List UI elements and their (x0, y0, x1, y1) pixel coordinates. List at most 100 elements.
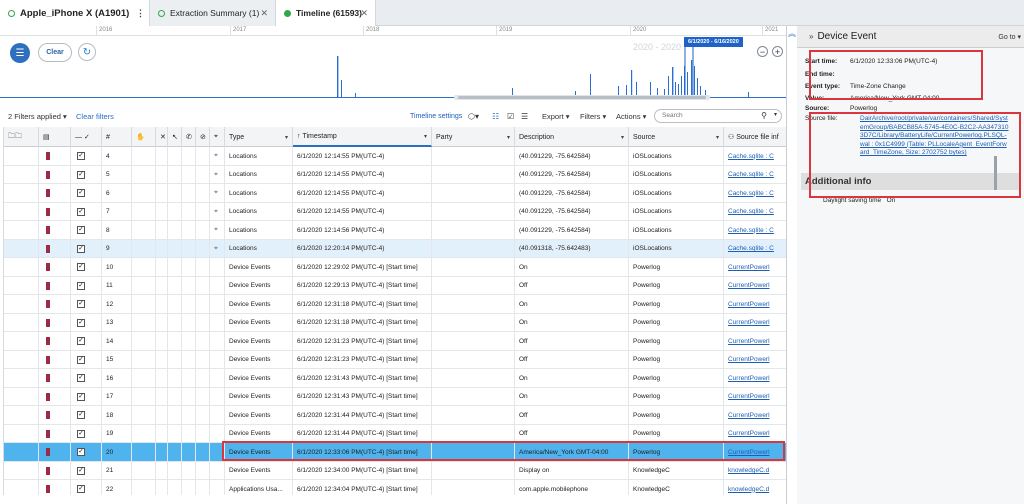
row-checkbox[interactable]: ✓ (77, 207, 85, 216)
table-cell-file[interactable]: Cache.sqlite : C (724, 203, 786, 221)
timeline-scrollbar[interactable] (454, 95, 710, 100)
column-header-number[interactable]: # (102, 127, 132, 147)
check-column-header[interactable]: — ✓ (71, 127, 102, 147)
column-header-party[interactable]: Party ▾ (432, 127, 515, 147)
refresh-icon[interactable]: ↻ (78, 43, 96, 61)
table-row[interactable]: ✓ ⌖ 4 Locations 6/1/2020 12:14:55 PM(UTC-4) (… (4, 147, 786, 166)
row-checkbox[interactable]: ✓ (77, 281, 85, 290)
table-cell-file[interactable]: Cache.sqlite : C (724, 166, 786, 184)
clear-filters-link[interactable]: Clear filters (76, 112, 114, 121)
table-row[interactable]: ✓ 13 Device Events 6/1/2020 12:31:18 PM(UTC… (4, 313, 786, 332)
clear-timeline-button[interactable]: Clear (38, 43, 72, 62)
grouped-list-icon[interactable]: ☰ (521, 112, 528, 121)
timeline-settings-link[interactable]: Timeline settings (410, 113, 462, 120)
table-row[interactable]: ✓ 18 Device Events 6/1/2020 12:31:44 PM(UTC… (4, 406, 786, 425)
tag-column-header[interactable]: ▤ (39, 127, 71, 147)
zoom-out-button[interactable]: − (757, 46, 768, 57)
table-cell-file[interactable]: CurrentPowerl (724, 314, 786, 332)
goto-button[interactable]: Go to ▾ (998, 33, 1021, 41)
row-checkbox[interactable]: ✓ (77, 411, 85, 419)
column-header-description[interactable]: Description ▾ (515, 127, 629, 147)
table-row[interactable]: ✓ ⌖ 6 Locations 6/1/2020 12:14:55 PM(UTC-4) (… (4, 184, 786, 203)
export-button[interactable]: Export ▾ (542, 112, 570, 121)
table-cell-file[interactable]: Cache.sqlite : C (724, 240, 786, 258)
source-file-link[interactable]: CurrentPowerl (728, 412, 770, 419)
table-row[interactable]: ✓ ⌖ 7 Locations 6/1/2020 12:14:55 PM(UTC-4) (… (4, 202, 786, 221)
table-cell-file[interactable]: CurrentPowerl (724, 388, 786, 406)
table-cell-file[interactable]: CurrentPowerl (724, 369, 786, 387)
row-checkbox[interactable]: ✓ (77, 170, 85, 179)
row-checkbox[interactable]: ✓ (77, 263, 85, 271)
table-cell-file[interactable]: Cache.sqlite : C (724, 221, 786, 239)
table-cell-file[interactable]: CurrentPowerl (724, 258, 786, 276)
table-cell-file[interactable]: CurrentPowerl (724, 425, 786, 443)
chevron-down-icon[interactable]: ▾ (774, 111, 777, 118)
table-cell-file[interactable]: Cache.sqlite : C (724, 147, 786, 165)
source-file-link[interactable]: CurrentPowerl (728, 319, 770, 326)
source-file-link[interactable]: CurrentPowerl (728, 301, 770, 308)
row-checkbox[interactable]: ✓ (77, 152, 85, 160)
column-header-source-file[interactable]: ⚇ Source file inf (724, 127, 786, 147)
table-cell-file[interactable]: CurrentPowerl (724, 295, 786, 313)
column-header-type[interactable]: Type ▾ (225, 127, 293, 147)
table-row[interactable]: ✓ ⌖ 8 Locations 6/1/2020 12:14:56 PM(UTC-4) (… (4, 221, 786, 240)
row-checkbox[interactable]: ✓ (77, 466, 85, 475)
close-icon[interactable]: ✕ (260, 8, 268, 19)
source-file-link[interactable]: CurrentPowerl (728, 375, 770, 382)
filter-icon[interactable]: ▾ (621, 134, 624, 141)
row-checkbox[interactable]: ✓ (77, 448, 85, 456)
source-file-link[interactable]: Cache.sqlite : C (728, 171, 774, 178)
table-cell-file[interactable]: knowledgeC.d (724, 480, 786, 495)
table-cell-file[interactable]: CurrentPowerl (724, 351, 786, 369)
source-file-link[interactable]: CurrentPowerl (728, 356, 770, 363)
row-checkbox[interactable]: ✓ (77, 374, 85, 382)
table-row[interactable]: ✓ ⌖ 9 Locations 6/1/2020 12:20:14 PM(UTC-4) (… (4, 239, 786, 258)
table-row[interactable]: ✓ 16 Device Events 6/1/2020 12:31:43 PM(UTC… (4, 369, 786, 388)
search-icon[interactable]: ⚲ (761, 111, 767, 120)
filter-icon[interactable]: ▾ (285, 134, 288, 141)
table-row[interactable]: ✓ 12 Device Events 6/1/2020 12:31:18 PM(UTC… (4, 295, 786, 314)
row-checkbox[interactable]: ✓ (77, 429, 85, 438)
source-file-link[interactable]: Cache.sqlite : C (728, 190, 774, 197)
source-file-link[interactable]: CurrentPowerl (728, 264, 770, 271)
table-cell-file[interactable]: knowledgeC.d (724, 462, 786, 480)
filter-icon[interactable]: ▾ (507, 134, 510, 141)
folder-columns-header[interactable]: 🗀🗀 (4, 127, 39, 147)
row-checkbox[interactable]: ✓ (77, 189, 85, 197)
table-row[interactable]: ✓ 15 Device Events 6/1/2020 12:31:23 PM(UTC… (4, 350, 786, 369)
list-view-icon[interactable]: ☷ (492, 112, 499, 121)
source-file-link[interactable]: knowledgeC.d (728, 467, 769, 474)
tab-device[interactable]: Apple_iPhone X (A1901) ⋮ (0, 0, 150, 26)
source-file-link[interactable]: CurrentPowerl (728, 282, 770, 289)
row-checkbox[interactable]: ✓ (77, 337, 85, 345)
filters-applied-dropdown[interactable]: 2 Filters applied ▾ (8, 112, 67, 121)
cursor-column-header[interactable]: ↖ (168, 127, 182, 147)
table-row[interactable]: ✓ 14 Device Events 6/1/2020 12:31:23 PM(UTC… (4, 332, 786, 351)
row-checkbox[interactable]: ✓ (77, 318, 85, 327)
filter-icon[interactable]: ▾ (716, 134, 719, 141)
search-input[interactable] (662, 112, 752, 119)
row-checkbox[interactable]: ✓ (77, 300, 85, 308)
tab-extraction-summary[interactable]: Extraction Summary (1) ✕ (150, 0, 276, 26)
tab-timeline[interactable]: Timeline (61593) ✕ (276, 0, 376, 26)
source-file-link[interactable]: Cache.sqlite : C (728, 208, 774, 215)
phone-column-header[interactable]: ✆ (182, 127, 196, 147)
row-checkbox[interactable]: ✓ (77, 392, 85, 401)
checklist-icon[interactable]: ☑ (507, 112, 514, 121)
double-chevron-right-icon[interactable]: » (809, 32, 813, 41)
table-cell-file[interactable]: CurrentPowerl (724, 406, 786, 424)
location-column-header[interactable]: ⌖ (210, 127, 225, 147)
table-cell-file[interactable]: Cache.sqlite : C (724, 184, 786, 202)
row-checkbox[interactable]: ✓ (77, 485, 85, 493)
row-checkbox[interactable]: ✓ (77, 226, 85, 234)
close-icon[interactable]: ✕ (360, 8, 368, 19)
table-row[interactable]: ✓ 10 Device Events 6/1/2020 12:29:02 PM(UTC… (4, 258, 786, 277)
table-cell-file[interactable]: CurrentPowerl (724, 277, 786, 295)
hand-column-header[interactable]: ✋ (132, 127, 156, 147)
panel-collapse-strip[interactable]: ︽ (787, 26, 797, 504)
source-file-link[interactable]: CurrentPowerl (728, 430, 770, 437)
scrollbar-thumb[interactable] (458, 96, 706, 99)
row-checkbox[interactable]: ✓ (77, 355, 85, 364)
row-checkbox[interactable]: ✓ (77, 244, 85, 253)
table-row[interactable]: ✓ 11 Device Events 6/1/2020 12:29:13 PM(UTC… (4, 276, 786, 295)
